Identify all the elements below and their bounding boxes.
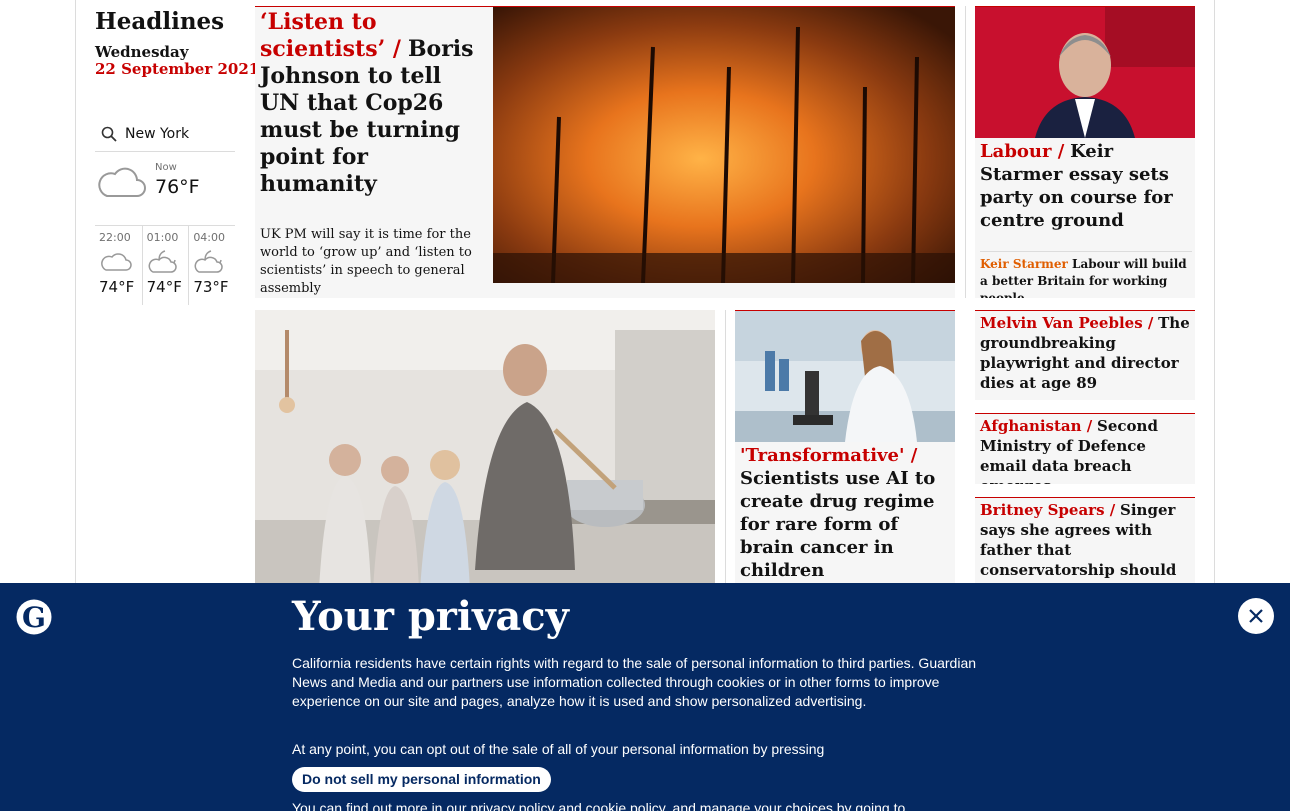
weather-location: New York bbox=[125, 126, 190, 142]
labour-sublink[interactable]: Keir Starmer Labour will build a better … bbox=[980, 251, 1192, 298]
forecast-time: 22:00 bbox=[99, 231, 131, 244]
close-icon bbox=[1249, 609, 1263, 623]
lead-kicker: ‘Listen to scientists’ / bbox=[260, 9, 401, 62]
small-headline-block[interactable]: Britney Spears / Singer says she agrees … bbox=[975, 498, 1195, 590]
privacy-more-text: You can find out more in our privacy pol… bbox=[292, 800, 906, 811]
weather-now-label: Now bbox=[155, 162, 177, 173]
svg-text:G: G bbox=[22, 601, 46, 634]
weather-forecast: 22:00 74°F 01:00 74°F 04:00 73°F bbox=[95, 225, 235, 305]
small-article[interactable]: Afghanistan / Second Ministry of Defence… bbox=[975, 413, 1195, 484]
weather-location-search[interactable]: New York bbox=[95, 117, 235, 152]
do-not-sell-button[interactable]: Do not sell my personal information bbox=[292, 767, 551, 792]
labour-article[interactable]: Labour / Keir Starmer essay sets party o… bbox=[975, 6, 1195, 298]
date-full: 22 September 2021 bbox=[95, 60, 260, 78]
labour-kicker: Labour / bbox=[980, 141, 1065, 162]
family-kitchen-article[interactable] bbox=[255, 310, 715, 590]
forecast-temp: 74°F bbox=[99, 278, 135, 296]
guardian-logo-icon: G bbox=[16, 599, 52, 635]
lead-headline-block[interactable]: ‘Listen to scientists’ / Boris Johnson t… bbox=[260, 9, 485, 198]
column-divider bbox=[725, 310, 726, 590]
forecast-temp: 73°F bbox=[193, 278, 229, 296]
science-article[interactable]: 'Transformative' / Scientists use AI to … bbox=[735, 310, 955, 590]
lead-standfirst: UK PM will say it is time for the world … bbox=[260, 227, 472, 296]
partly-cloudy-night-icon bbox=[194, 250, 223, 273]
privacy-banner: G Your privacy California residents have… bbox=[0, 583, 1290, 811]
date-day: Wednesday bbox=[95, 43, 189, 61]
forecast-slot: 01:00 74°F bbox=[141, 226, 189, 305]
forecast-slot: 22:00 74°F bbox=[95, 226, 142, 305]
close-privacy-button[interactable] bbox=[1238, 598, 1274, 634]
section-title: Headlines bbox=[95, 8, 225, 35]
small-kicker: Afghanistan / bbox=[980, 417, 1093, 435]
small-headline-block[interactable]: Melvin Van Peebles / The groundbreaking … bbox=[975, 311, 1195, 395]
forecast-slot: 04:00 73°F bbox=[188, 226, 235, 305]
column-divider bbox=[965, 6, 966, 298]
family-kitchen-image bbox=[255, 310, 715, 590]
science-kicker: 'Transformative' / bbox=[740, 445, 918, 466]
lead-article[interactable]: ‘Listen to scientists’ / Boris Johnson t… bbox=[255, 6, 955, 298]
laboratory-image bbox=[735, 311, 955, 442]
small-article[interactable]: Britney Spears / Singer says she agrees … bbox=[975, 497, 1195, 590]
cloudy-icon bbox=[101, 253, 132, 271]
cloudy-icon bbox=[98, 167, 146, 197]
science-headline: Scientists use AI to create drug regime … bbox=[740, 468, 936, 581]
labour-headline-block[interactable]: Labour / Keir Starmer essay sets party o… bbox=[980, 140, 1192, 232]
sublink-kicker: Keir Starmer bbox=[980, 257, 1068, 271]
privacy-optout-text: At any point, you can opt out of the sal… bbox=[292, 741, 825, 757]
privacy-text: California residents have certain rights… bbox=[292, 655, 977, 709]
privacy-title: Your privacy bbox=[292, 593, 569, 640]
small-kicker: Britney Spears / bbox=[980, 501, 1116, 519]
wildfire-image bbox=[493, 7, 955, 283]
forecast-time: 01:00 bbox=[146, 231, 179, 244]
forecast-time: 04:00 bbox=[193, 231, 226, 244]
small-article[interactable]: Melvin Van Peebles / The groundbreaking … bbox=[975, 310, 1195, 400]
weather-now-temp: 76°F bbox=[155, 176, 200, 198]
weather-now: Now 76°F bbox=[95, 160, 235, 220]
small-kicker: Melvin Van Peebles / bbox=[980, 314, 1154, 332]
keir-starmer-image bbox=[975, 7, 1195, 138]
science-headline-block[interactable]: 'Transformative' / Scientists use AI to … bbox=[740, 444, 950, 582]
forecast-temp: 74°F bbox=[146, 278, 182, 296]
small-headline-block[interactable]: Afghanistan / Second Ministry of Defence… bbox=[975, 414, 1195, 484]
search-icon bbox=[101, 126, 117, 142]
partly-cloudy-night-icon bbox=[148, 250, 177, 273]
